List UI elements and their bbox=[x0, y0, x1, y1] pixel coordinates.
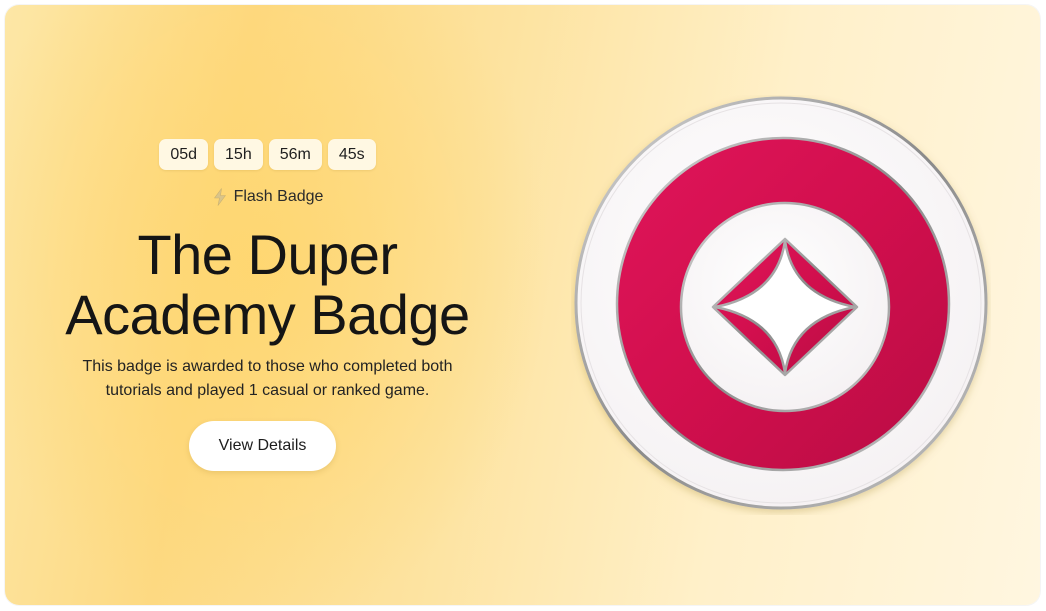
countdown-timer: 05d 15h 56m 45s bbox=[5, 139, 530, 170]
countdown-days: 05d bbox=[159, 139, 209, 170]
lightning-icon bbox=[212, 188, 228, 206]
badge-description-text: This badge is awarded to those who compl… bbox=[82, 358, 453, 399]
badge-promo-card: 05d 15h 56m 45s Flash Badge The Duper Ac… bbox=[5, 5, 1040, 605]
countdown-seconds: 45s bbox=[327, 139, 376, 170]
badge-type-label: Flash Badge bbox=[233, 188, 324, 205]
title-line-2: Academy Badge bbox=[65, 283, 470, 346]
countdown-minutes: 56m bbox=[268, 139, 322, 170]
star-diamond-badge-icon bbox=[574, 96, 988, 510]
view-details-button[interactable]: View Details bbox=[189, 421, 336, 471]
title-line-1: The Duper bbox=[137, 223, 398, 286]
badge-info-panel: 05d 15h 56m 45s Flash Badge The Duper Ac… bbox=[5, 5, 530, 605]
page-title: The Duper Academy Badge bbox=[5, 225, 530, 345]
badge-description: This badge is awarded to those who compl… bbox=[5, 355, 530, 403]
badge-image bbox=[571, 95, 991, 515]
countdown-hours: 15h bbox=[214, 139, 263, 170]
badge-type: Flash Badge bbox=[5, 188, 530, 206]
